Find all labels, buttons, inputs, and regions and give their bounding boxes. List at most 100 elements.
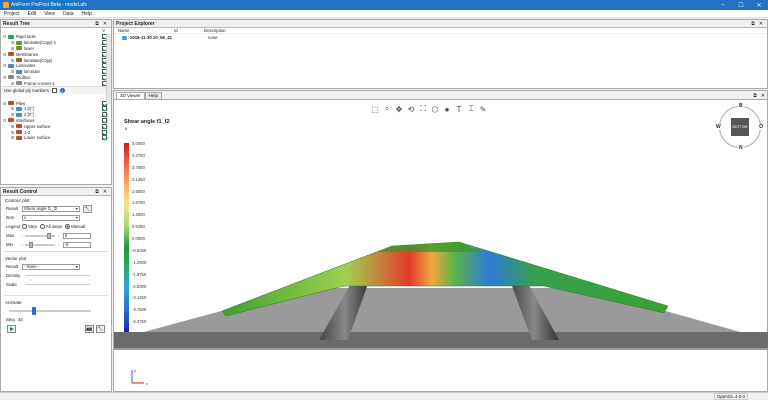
item-icon (8, 34, 14, 39)
expand-icon[interactable]: ⊞ (11, 112, 15, 117)
min-input[interactable]: -5 (62, 241, 91, 248)
radio-all-steps-label: All steps (45, 224, 63, 229)
result-select[interactable]: Shear angle f1_f2 ▾ (22, 205, 80, 212)
expand-icon[interactable]: ⊞ (11, 124, 15, 129)
expand-icon[interactable]: ⊞ (11, 46, 15, 51)
step-slider-thumb[interactable] (31, 306, 36, 315)
max-slider-left[interactable]: ‹ (22, 233, 23, 238)
menu-project[interactable]: Project (0, 11, 24, 17)
expand-icon[interactable]: ⊞ (11, 40, 15, 45)
tree-item-label: Membranes (16, 51, 39, 57)
item-icon (8, 63, 14, 68)
camera-button[interactable]: 📷 (85, 325, 94, 333)
menu-view[interactable]: View (40, 11, 59, 17)
visibility-checkbox[interactable] (102, 117, 107, 123)
float-icon[interactable]: ⧉ (93, 189, 101, 195)
tree-item[interactable]: ⊞ Frame crosser-1 (1, 80, 111, 86)
max-slider-right[interactable]: › (57, 233, 58, 238)
close-icon[interactable]: ✕ (101, 21, 109, 27)
tree-item[interactable]: ⊞ Lower surface (1, 135, 111, 141)
min-slider[interactable] (25, 241, 56, 248)
legend-label: Legend (6, 224, 21, 229)
visibility-checkbox[interactable] (102, 123, 107, 129)
tree-item-label: 2 [0°] (24, 112, 34, 118)
expand-icon[interactable]: ⊞ (11, 130, 15, 135)
menu-data[interactable]: Data (59, 11, 78, 17)
play-button[interactable] (7, 325, 16, 333)
tree-item-label: Rigid tools (16, 34, 36, 40)
expand-icon[interactable]: ⊟ (3, 101, 7, 106)
min-slider-left[interactable]: ‹ (22, 242, 23, 247)
result-control-panel: Result Control ⧉ ✕ Contour plot Result S… (0, 187, 112, 392)
visibility-checkbox[interactable] (102, 112, 107, 118)
float-icon[interactable]: ⧉ (751, 93, 759, 99)
item-icon (8, 101, 14, 106)
radio-manual[interactable] (65, 224, 71, 229)
item-icon (16, 69, 22, 74)
visibility-checkbox[interactable] (102, 129, 107, 135)
use-global-checkbox[interactable] (51, 88, 57, 94)
float-icon[interactable]: ⧉ (93, 21, 101, 27)
tree-item-label: Plies (16, 100, 26, 106)
visibility-column-header: V (102, 28, 105, 33)
view-cube[interactable]: B O N W BOTTOM (716, 103, 763, 151)
maximize-button[interactable]: ☐ (732, 2, 750, 9)
view-cube-bottom[interactable]: N (738, 145, 744, 151)
view-cube-face[interactable]: BOTTOM (731, 118, 749, 136)
step-label: Step (6, 317, 15, 322)
item-icon (16, 112, 22, 117)
min-slider-right[interactable]: › (57, 242, 58, 247)
use-global-label: Use global ply numbers (4, 88, 49, 94)
scene-3d[interactable]: y x (114, 100, 768, 393)
expand-icon[interactable]: ⊟ (3, 118, 7, 123)
title-bar: AniForm PrePost Beta - model.afs – ☐ ✕ (0, 0, 768, 10)
axis-y-label: y (134, 368, 136, 373)
minimize-button[interactable]: – (714, 2, 732, 8)
expand-icon[interactable]: ⊞ (11, 135, 15, 140)
vector-result-label: Result (6, 264, 19, 269)
expand-icon[interactable]: ⊟ (3, 52, 7, 57)
expand-icon[interactable]: ⊞ (11, 69, 15, 74)
close-icon[interactable]: ✕ (759, 93, 767, 99)
visibility-checkbox[interactable] (102, 135, 107, 141)
tab-help[interactable]: Help (144, 92, 162, 99)
tree-item-label: Interfaces (16, 117, 35, 123)
tree-scrollbar[interactable] (106, 34, 111, 104)
item-label: Item (6, 215, 15, 220)
info-icon[interactable]: i (59, 88, 65, 94)
radio-all-steps[interactable] (39, 224, 45, 229)
max-slider[interactable] (25, 232, 56, 239)
expand-icon[interactable]: ⊟ (3, 75, 7, 80)
expand-icon[interactable]: ⊞ (11, 81, 15, 86)
radio-step[interactable] (22, 224, 27, 229)
project-name: 2016-11-30 10_56_41 (130, 35, 173, 40)
expand-icon[interactable]: ⊟ (3, 63, 7, 68)
app-icon (3, 2, 9, 8)
tree-item-label: Lower surface (24, 135, 51, 141)
menu-edit[interactable]: Edit (24, 11, 41, 17)
item-icon (16, 130, 22, 135)
step-slider[interactable] (9, 306, 91, 315)
view-cube-right[interactable]: O (759, 124, 763, 130)
close-icon[interactable]: ✕ (757, 21, 765, 27)
vector-result-select[interactable]: - None - ▾ (22, 263, 80, 270)
view-cube-left[interactable]: W (716, 124, 721, 130)
close-button[interactable]: ✕ (750, 2, 768, 9)
item-select[interactable]: x ▾ (22, 214, 80, 221)
settings-button[interactable]: 🔧 (96, 325, 105, 333)
expand-icon[interactable]: ⊞ (11, 58, 15, 63)
expand-icon[interactable]: ⊞ (11, 106, 15, 111)
density-slider[interactable] (26, 275, 90, 276)
float-icon[interactable]: ⧉ (749, 21, 757, 27)
view-cube-top[interactable]: B (738, 103, 744, 109)
menu-help[interactable]: Help (78, 11, 96, 17)
max-input[interactable]: 5 (62, 232, 91, 239)
expand-icon[interactable]: ⊟ (3, 34, 7, 39)
wrench-icon[interactable]: 🔧 (83, 204, 92, 213)
scale-slider[interactable] (26, 284, 90, 285)
visibility-checkbox[interactable] (102, 106, 107, 112)
result-label: Result (6, 206, 19, 211)
tab-3d-viewer[interactable]: 3D Viewer (116, 92, 145, 99)
project-row[interactable]: 2016-11-30 10_56_41 none (114, 34, 767, 41)
close-icon[interactable]: ✕ (101, 189, 109, 195)
